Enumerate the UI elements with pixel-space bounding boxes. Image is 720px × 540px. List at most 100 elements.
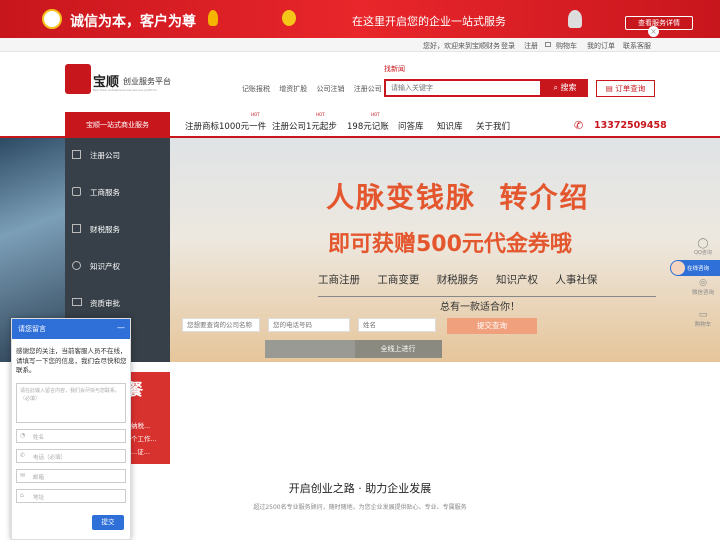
nav-item-label: 注册商标1000元一件	[185, 122, 267, 132]
sidebar-item-label: 工商服务	[90, 188, 120, 197]
hot-badge: HOT	[251, 112, 260, 117]
wechat-consult-button[interactable]: ◎ 微信咨询	[686, 278, 720, 302]
qq-consult-label: QQ咨询	[694, 250, 712, 256]
agent-avatar	[671, 261, 685, 275]
chat-address-field[interactable]: ⌂ 地址	[16, 489, 126, 503]
location-icon: ⌂	[20, 492, 24, 499]
cart-icon	[545, 42, 551, 47]
hot-badge: HOT	[316, 112, 325, 117]
hot-search-link[interactable]: 找新闻	[384, 64, 405, 74]
online-consult-button[interactable]: 在线咨询	[670, 260, 720, 276]
calculator-icon	[72, 224, 81, 233]
banner-tagline: 总有一款适合你！	[440, 302, 520, 313]
chat-phone-placeholder: 电话（必填）	[33, 455, 67, 461]
top-bar: 您好，欢迎来到宝顺财务 登录 注册 购物车 我的订单 联系客服	[0, 38, 720, 52]
order-icon: ▤	[605, 84, 613, 93]
submit-query-button[interactable]: 提交查询	[447, 318, 537, 334]
order-query-button[interactable]: ▤ 订单查询	[596, 80, 655, 97]
sidebar-item-label: 资质审批	[90, 299, 120, 308]
service-item: 工商注册	[318, 274, 360, 286]
grey-button[interactable]	[265, 340, 355, 358]
login-link[interactable]: 登录	[501, 41, 515, 51]
close-icon[interactable]: ×	[648, 26, 659, 37]
sidebar-item-register[interactable]: 注册公司	[65, 148, 170, 164]
chat-title: 请您留言	[18, 325, 46, 333]
chat-name-placeholder: 姓名	[33, 435, 45, 441]
promo-cta-button[interactable]: 查看服务详情	[625, 16, 693, 30]
category-title[interactable]: 宝顺一站式商业服务	[65, 112, 170, 138]
divider-line	[318, 296, 656, 297]
mail-icon: ✉	[20, 472, 26, 479]
chat-email-placeholder: 邮箱	[33, 475, 45, 481]
chat-textarea[interactable]: 请在此输入留言内容，我们会尽快与您联系。（必填）	[16, 383, 126, 423]
quick-link[interactable]: 增资扩股	[279, 85, 307, 93]
phone-number: 13372509458	[594, 120, 667, 131]
phone-input[interactable]	[268, 318, 350, 332]
logo-icon[interactable]	[65, 64, 91, 94]
logo-small-text: Bao Shun entrepreneurial service platfor…	[93, 88, 157, 92]
service-item: 财税服务	[436, 274, 479, 286]
peek-line: 个工作...	[131, 435, 157, 443]
service-item: 知识产权	[496, 274, 539, 286]
name-input[interactable]	[358, 318, 436, 332]
promo-headline: 在这里开启您的企业一站式服务	[352, 15, 506, 28]
search-input[interactable]	[384, 79, 542, 97]
promo-banner[interactable]: 诚信为本，客户为尊 在这里开启您的企业一站式服务 查看服务详情 ×	[0, 0, 720, 38]
right-toolbar: ◯ QQ咨询 在线咨询 ◎ 微信咨询 ▭ 购物车	[670, 238, 720, 338]
nav-item[interactable]: 注册公司1元起步 HOT	[272, 112, 337, 132]
sidebar-item-label: 注册公司	[90, 151, 120, 160]
quick-link[interactable]: 记账报税	[242, 85, 270, 93]
main-nav: 宝顺一站式商业服务 注册商标1000元一件 HOT 注册公司1元起步 HOT 1…	[0, 112, 720, 138]
phone-icon: ✆	[574, 119, 584, 132]
chat-submit-button[interactable]: 提交	[92, 515, 124, 530]
quick-link[interactable]: 注册公司	[354, 85, 382, 93]
chat-name-field[interactable]: ◔ 姓名	[16, 429, 126, 443]
sidebar-item-label: 财税服务	[90, 225, 120, 234]
banner-headline: 人脉变钱脉 转介绍	[326, 181, 590, 214]
bulb-icon	[208, 10, 218, 26]
register-link[interactable]: 注册	[524, 41, 538, 51]
monitor-icon	[72, 298, 82, 306]
user-icon: ◔	[20, 432, 26, 439]
online-process-button[interactable]: 全线上进行	[354, 340, 442, 358]
minimize-icon[interactable]: —	[117, 323, 125, 332]
quick-link[interactable]: 公司注销	[316, 85, 344, 93]
chat-widget: 请您留言 — 感谢您的关注，当前客服人员不在线，请填写一下您的信息，我们会尽快和…	[11, 318, 131, 540]
nav-item-about[interactable]: 关于我们	[476, 120, 510, 132]
promo-slogan: 诚信为本，客户为尊	[70, 14, 196, 30]
chat-header: 请您留言 —	[12, 319, 130, 339]
phone-icon: ✆	[20, 452, 26, 459]
online-consult-label: 在线咨询	[687, 266, 710, 272]
hot-badge: HOT	[371, 112, 380, 117]
cart-link[interactable]: 购物车	[556, 41, 577, 51]
sidebar-item-business[interactable]: 工商服务	[65, 185, 170, 201]
search-button-label: 搜索	[560, 83, 577, 92]
chat-phone-field[interactable]: ✆ 电话（必填）	[16, 449, 126, 463]
order-query-label: 订单查询	[615, 84, 646, 93]
chat-email-field[interactable]: ✉ 邮箱	[16, 469, 126, 483]
nav-item-label: 注册公司1元起步	[272, 122, 337, 132]
wechat-icon: ◎	[699, 278, 707, 288]
nav-item-knowledge[interactable]: 知识库	[437, 120, 463, 132]
nav-item[interactable]: 198元记账 HOT	[347, 112, 389, 132]
contact-link[interactable]: 联系客服	[623, 41, 651, 51]
chat-address-placeholder: 地址	[33, 495, 45, 501]
search-button[interactable]: ⌕ 搜索	[542, 79, 588, 97]
sidebar-item-qualification[interactable]: 资质审批	[65, 296, 170, 312]
nav-item-label: 198元记账	[347, 122, 389, 132]
quick-links: 记账报税 增资扩股 公司注销 注册公司	[242, 84, 382, 94]
rocket-icon	[568, 10, 582, 28]
company-name-input[interactable]	[182, 318, 260, 332]
peek-line: 纳税...	[131, 422, 151, 430]
logo-subtitle: 创业服务平台	[123, 77, 171, 86]
cart-button[interactable]: ▭ 购物车	[686, 310, 720, 334]
badge-icon	[282, 10, 296, 26]
sidebar-item-tax[interactable]: 财税服务	[65, 222, 170, 238]
sidebar-item-ip[interactable]: 知识产权	[65, 259, 170, 275]
orders-link[interactable]: 我的订单	[587, 41, 615, 51]
briefcase-icon	[72, 187, 81, 196]
peek-line: ...证...	[131, 448, 150, 456]
nav-item[interactable]: 注册商标1000元一件 HOT	[185, 112, 267, 132]
chat-icon: ◯	[697, 238, 709, 249]
nav-item-qa[interactable]: 问答库	[398, 120, 424, 132]
